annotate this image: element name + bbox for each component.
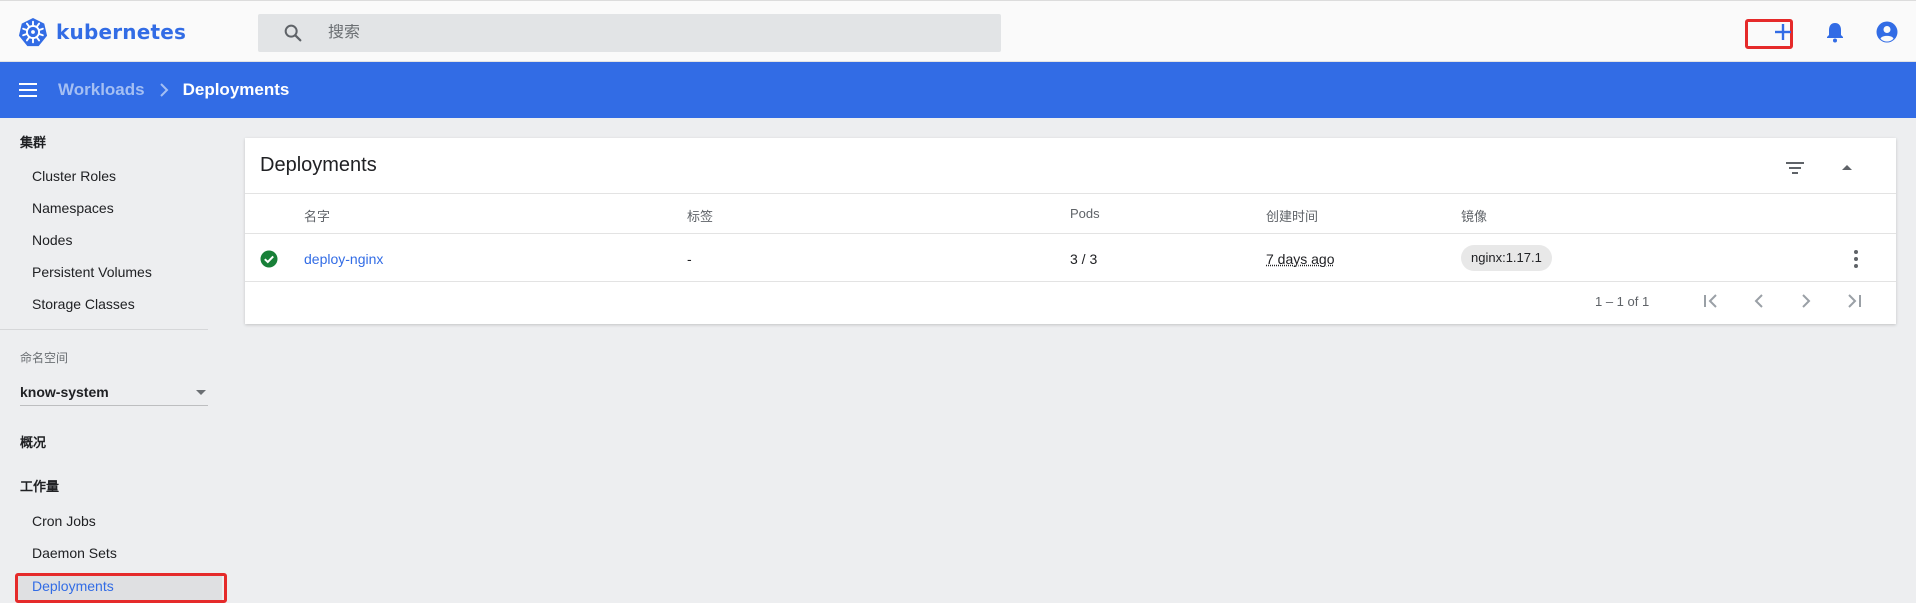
column-header-name[interactable]: 名字 <box>304 206 330 225</box>
table-footer-divider <box>245 281 1896 282</box>
search-icon <box>284 24 302 42</box>
plus-icon <box>1775 24 1791 40</box>
breadcrumb-workloads[interactable]: Workloads <box>58 80 145 100</box>
column-header-labels: 标签 <box>687 209 714 224</box>
check-circle-icon <box>260 250 278 268</box>
sidebar-item-nodes[interactable]: Nodes <box>32 232 72 248</box>
app-name: kubernetes <box>56 20 187 44</box>
search-bar[interactable] <box>258 14 1001 52</box>
caret-down-icon <box>196 390 206 395</box>
menu-icon[interactable] <box>18 80 38 100</box>
app-logo[interactable]: kubernetes <box>18 17 186 47</box>
pagination-range: 1 – 1 of 1 <box>1595 294 1650 309</box>
sidebar-section-cluster[interactable]: 集群 <box>20 132 46 151</box>
namespace-value: know-system <box>20 384 109 400</box>
next-page-icon[interactable] <box>1794 289 1818 313</box>
card-title: Deployments <box>260 154 377 176</box>
filter-icon[interactable] <box>1784 157 1806 179</box>
collapse-icon[interactable] <box>1836 157 1858 179</box>
sidebar-active-highlight <box>15 573 227 603</box>
chevron-right-icon <box>159 83 169 97</box>
notifications-button[interactable] <box>1820 17 1850 47</box>
sidebar-item-cluster-roles[interactable]: Cluster Roles <box>32 168 116 184</box>
column-header-created[interactable]: 创建时间 <box>1266 206 1318 225</box>
sidebar-item-overview[interactable]: 概况 <box>20 432 46 451</box>
namespace-select[interactable]: know-system <box>20 376 208 406</box>
deployments-card: Deployments 名字 标签 Pods 创建时间 镜像 deploy-ng… <box>245 138 1896 324</box>
account-button[interactable] <box>1872 17 1902 47</box>
sidebar-section-workloads[interactable]: 工作量 <box>20 476 59 495</box>
account-icon <box>1876 21 1898 43</box>
search-input[interactable] <box>328 24 928 42</box>
first-page-icon[interactable] <box>1699 289 1723 313</box>
more-vert-icon[interactable] <box>1846 248 1866 270</box>
sidebar-divider <box>0 329 208 330</box>
bell-icon <box>1827 23 1843 43</box>
create-button[interactable] <box>1768 17 1798 47</box>
sidebar-item-daemon-sets[interactable]: Daemon Sets <box>32 545 117 561</box>
namespace-label: 命名空间 <box>20 351 69 365</box>
prev-page-icon[interactable] <box>1747 289 1771 313</box>
table-header-divider <box>245 233 1896 234</box>
top-bar: kubernetes <box>0 0 1916 62</box>
breadcrumb-bar: Workloads Deployments <box>0 62 1916 118</box>
sidebar-item-namespaces[interactable]: Namespaces <box>32 200 114 216</box>
image-chip: nginx:1.17.1 <box>1461 245 1552 271</box>
deployment-labels: - <box>687 251 692 267</box>
breadcrumb-current: Deployments <box>182 80 290 99</box>
sidebar-item-storage-classes[interactable]: Storage Classes <box>32 296 135 312</box>
deployment-age: 7 days ago <box>1266 251 1335 267</box>
sidebar-item-persistent-volumes[interactable]: Persistent Volumes <box>32 264 152 280</box>
deployment-pods: 3 / 3 <box>1070 251 1098 267</box>
column-header-pods: Pods <box>1070 206 1100 221</box>
sidebar-item-cron-jobs[interactable]: Cron Jobs <box>32 513 96 529</box>
sidebar: 集群 Cluster Roles Namespaces Nodes Persis… <box>0 118 222 603</box>
kubernetes-logo-icon <box>18 17 48 47</box>
deployment-name-link[interactable]: deploy-nginx <box>304 251 383 267</box>
card-header-divider <box>245 193 1896 194</box>
column-header-images: 镜像 <box>1461 209 1488 224</box>
last-page-icon[interactable] <box>1842 289 1866 313</box>
